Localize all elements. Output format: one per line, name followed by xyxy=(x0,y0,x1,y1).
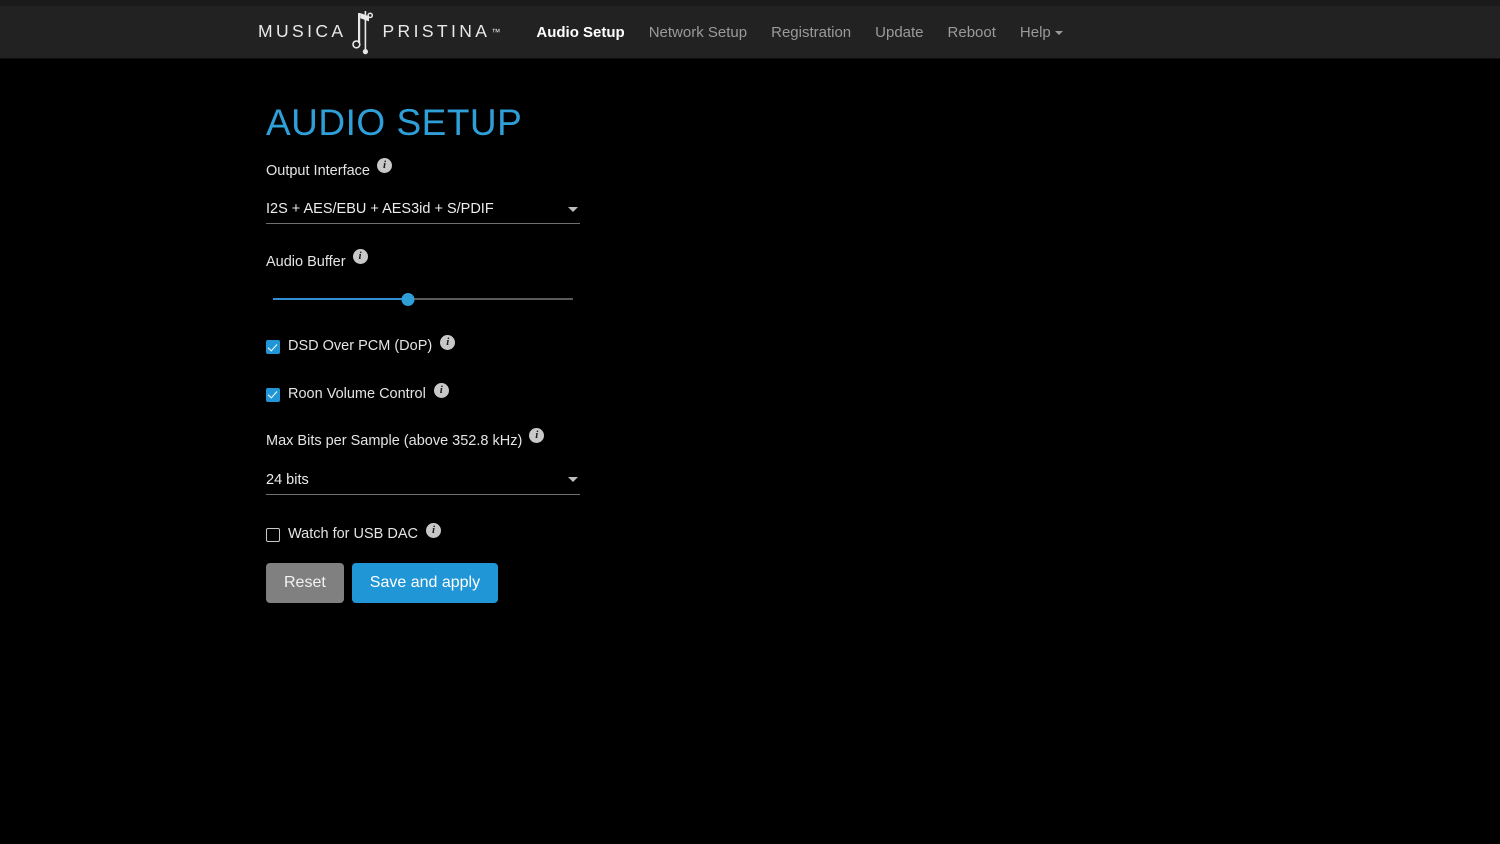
field-watch-for-usb-dac[interactable]: Watch for USB DAC i xyxy=(266,522,1500,543)
nav-item-network-setup[interactable]: Network Setup xyxy=(637,18,759,47)
max-bits-per-sample-label: Max Bits per Sample (above 352.8 kHz) xyxy=(266,433,523,450)
watch-for-usb-dac-label: Watch for USB DAC xyxy=(288,525,418,542)
dsd-over-pcm-label: DSD Over PCM (DoP) xyxy=(288,338,433,355)
info-icon[interactable]: i xyxy=(376,157,392,173)
brand-logo[interactable]: MUSICA PRISTINA ™ xyxy=(258,9,501,55)
max-bits-per-sample-select[interactable]: 24 bits xyxy=(266,472,580,495)
brand-word-left: MUSICA xyxy=(258,21,347,42)
brand-trademark: ™ xyxy=(491,27,501,37)
max-bits-per-sample-value: 24 bits xyxy=(266,471,309,488)
nav-item-help[interactable]: Help xyxy=(1008,18,1075,47)
slider-fill xyxy=(273,298,408,301)
page-title: AUDIO SETUP xyxy=(266,102,523,143)
field-audio-buffer: Audio Buffer i xyxy=(266,249,1500,310)
field-roon-volume-control[interactable]: Roon Volume Control i xyxy=(266,382,1500,403)
nav-item-audio-setup[interactable]: Audio Setup xyxy=(524,18,636,47)
nav-item-update[interactable]: Update xyxy=(863,18,935,47)
audio-buffer-label-row: Audio Buffer i xyxy=(266,249,368,271)
reset-button[interactable]: Reset xyxy=(266,563,344,604)
slider-thumb[interactable] xyxy=(401,292,415,306)
chevron-down-icon xyxy=(568,206,578,212)
music-note-icon xyxy=(350,9,380,55)
info-icon[interactable]: i xyxy=(352,249,368,265)
form-actions: Reset Save and apply xyxy=(266,563,1500,604)
info-icon[interactable]: i xyxy=(529,428,545,444)
chevron-down-icon xyxy=(1054,30,1063,35)
nav-links: Audio Setup Network Setup Registration U… xyxy=(524,18,1074,47)
field-dsd-over-pcm[interactable]: DSD Over PCM (DoP) i xyxy=(266,335,1500,355)
field-output-interface: Output Interface i I2S + AES/EBU + AES3i… xyxy=(266,157,1500,225)
info-icon[interactable]: i xyxy=(426,522,441,538)
output-interface-label: Output Interface xyxy=(266,162,370,179)
info-icon[interactable]: i xyxy=(433,382,449,398)
brand-word-right: PRISTINA xyxy=(382,21,491,42)
save-and-apply-button[interactable]: Save and apply xyxy=(351,563,499,604)
output-interface-select[interactable]: I2S + AES/EBU + AES3id + S/PDIF xyxy=(266,201,580,225)
audio-buffer-slider[interactable] xyxy=(273,288,573,310)
output-interface-label-row: Output Interface i xyxy=(266,157,392,180)
roon-volume-control-label: Roon Volume Control xyxy=(288,385,426,402)
output-interface-value: I2S + AES/EBU + AES3id + S/PDIF xyxy=(266,201,494,218)
audio-buffer-label: Audio Buffer xyxy=(266,254,346,271)
nav-item-registration[interactable]: Registration xyxy=(759,18,863,47)
nav-item-help-label: Help xyxy=(1019,23,1051,41)
watch-for-usb-dac-checkbox[interactable] xyxy=(266,527,280,542)
chevron-down-icon xyxy=(568,477,578,483)
max-bits-label-row: Max Bits per Sample (above 352.8 kHz) i xyxy=(266,428,545,450)
info-icon[interactable]: i xyxy=(440,335,456,351)
field-max-bits-per-sample: Max Bits per Sample (above 352.8 kHz) i … xyxy=(266,428,1500,495)
dsd-over-pcm-checkbox[interactable] xyxy=(266,340,280,355)
page-content: AUDIO SETUP Output Interface i I2S + AES… xyxy=(0,59,1500,604)
roon-volume-control-checkbox[interactable] xyxy=(266,387,280,402)
nav-item-reboot[interactable]: Reboot xyxy=(936,18,1008,47)
main-navbar: MUSICA PRISTINA ™ Audio Setup Network Se… xyxy=(0,6,1500,59)
